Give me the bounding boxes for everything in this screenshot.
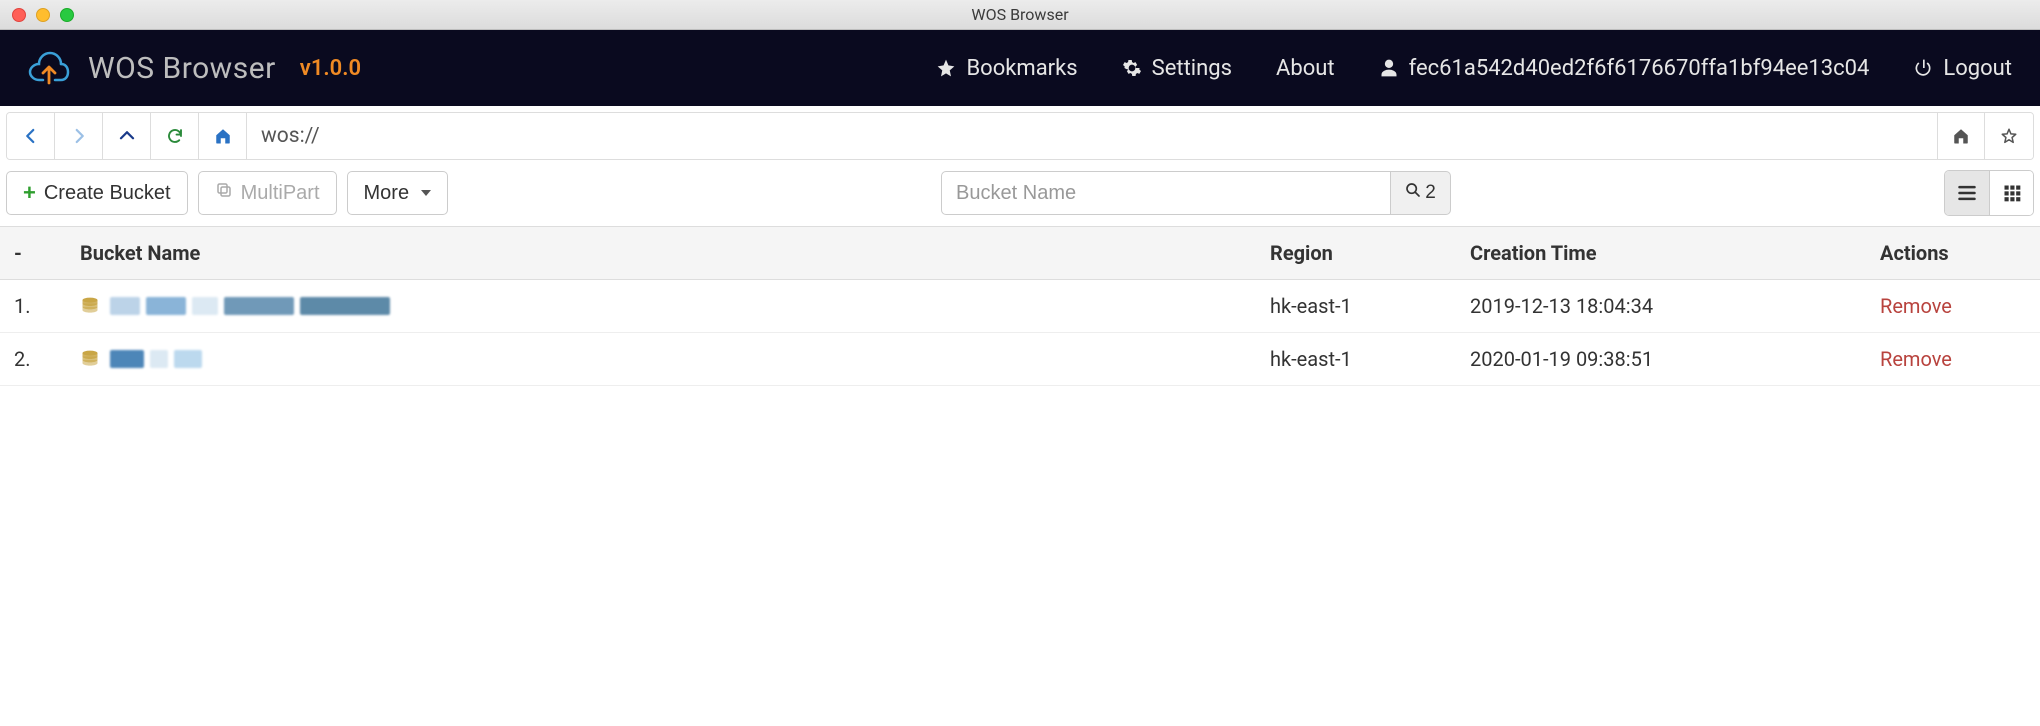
nav-user-id: fec61a542d40ed2f6f6176670ffa1bf94ee13c04 [1409,56,1870,81]
create-bucket-button[interactable]: + Create Bucket [6,171,188,215]
col-header-name[interactable]: Bucket Name [70,227,1260,280]
cell-region: hk-east-1 [1260,280,1460,333]
more-label: More [364,182,410,205]
col-header-time[interactable]: Creation Time [1460,227,1870,280]
bucket-name-redacted [110,297,390,315]
app-version: v1.0.0 [300,56,361,81]
nav-home-button[interactable] [199,113,247,159]
window-close-button[interactable] [12,8,26,22]
view-list-button[interactable] [1945,171,1989,215]
nav-bookmark-button[interactable] [1985,113,2033,159]
remove-link[interactable]: Remove [1880,294,1952,318]
create-bucket-label: Create Bucket [44,182,171,205]
plus-icon: + [23,182,36,204]
search-button[interactable]: 2 [1391,171,1451,215]
address-bar: wos:// [6,112,2034,160]
nav-logout-label: Logout [1943,56,2012,81]
col-header-index[interactable]: - [0,227,70,280]
nav-up-button[interactable] [103,113,151,159]
table-row[interactable]: 1. hk-east-1 2019-12-13 18:04:34 [0,280,2040,333]
view-grid-button[interactable] [1989,171,2033,215]
nav-back-button[interactable] [7,113,55,159]
nav-bookmarks-label: Bookmarks [966,56,1077,81]
nav-refresh-button[interactable] [151,113,199,159]
bucket-name-redacted [110,350,202,368]
chevron-down-icon [421,190,431,196]
nav-home2-button[interactable] [1937,113,1985,159]
search-input[interactable] [941,171,1391,215]
star-icon [936,58,956,78]
cell-index: 1. [0,280,70,333]
more-dropdown[interactable]: More [347,171,449,215]
window-maximize-button[interactable] [60,8,74,22]
cell-index: 2. [0,333,70,386]
search-count: 2 [1425,182,1436,204]
user-icon [1379,58,1399,78]
mac-titlebar: WOS Browser [0,0,2040,30]
copy-icon [215,181,233,205]
nav-settings[interactable]: Settings [1122,56,1232,81]
view-toggle [1944,170,2034,216]
remove-link[interactable]: Remove [1880,347,1952,371]
bucket-icon [80,296,100,316]
bucket-table: - Bucket Name Region Creation Time Actio… [0,226,2040,386]
multipart-button[interactable]: MultiPart [198,171,337,215]
nav-user[interactable]: fec61a542d40ed2f6f6176670ffa1bf94ee13c04 [1379,56,1870,81]
brand: WOS Browser v1.0.0 [28,51,361,86]
address-input[interactable]: wos:// [247,113,1937,159]
window-title: WOS Browser [0,5,2040,24]
multipart-label: MultiPart [241,182,320,205]
cell-time: 2019-12-13 18:04:34 [1460,280,1870,333]
table-row[interactable]: 2. hk-east-1 2020-01-19 09:38:51 Remove [0,333,2040,386]
toolbar: + Create Bucket MultiPart More 2 [0,160,2040,226]
bucket-icon [80,349,100,369]
nav-settings-label: Settings [1152,56,1232,81]
nav-about[interactable]: About [1276,56,1335,81]
cell-region: hk-east-1 [1260,333,1460,386]
nav-about-label: About [1276,56,1335,81]
window-minimize-button[interactable] [36,8,50,22]
col-header-region[interactable]: Region [1260,227,1460,280]
cell-time: 2020-01-19 09:38:51 [1460,333,1870,386]
app-navbar: WOS Browser v1.0.0 Bookmarks Settings Ab… [0,30,2040,106]
nav-bookmarks[interactable]: Bookmarks [936,56,1077,81]
search-icon [1405,182,1421,204]
search-group: 2 [941,171,1451,215]
nav-forward-button[interactable] [55,113,103,159]
col-header-actions[interactable]: Actions [1870,227,2040,280]
cloud-upload-icon [28,51,70,85]
nav-logout[interactable]: Logout [1913,56,2012,81]
power-icon [1913,58,1933,78]
app-title: WOS Browser [88,51,276,86]
gear-icon [1122,58,1142,78]
